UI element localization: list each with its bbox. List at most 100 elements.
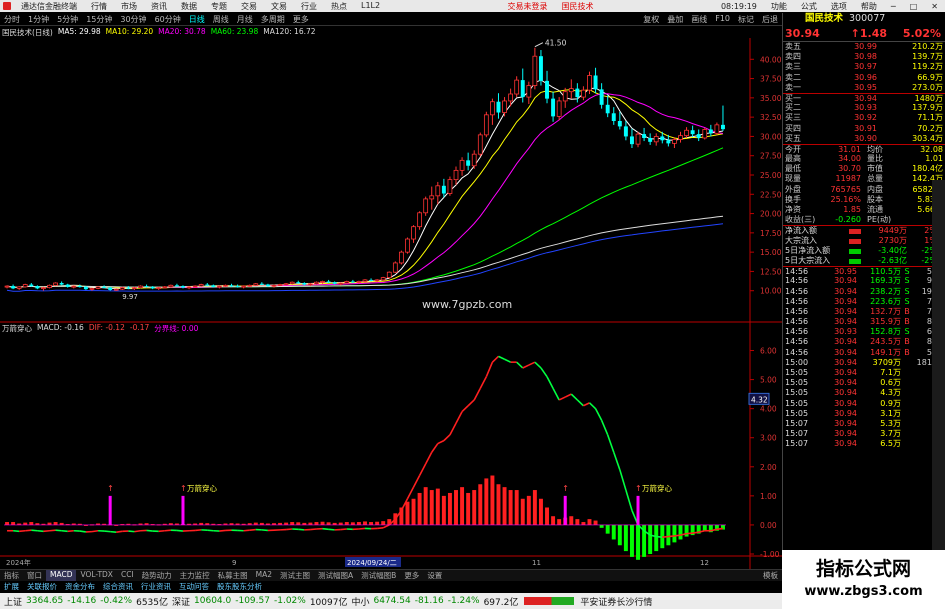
tick-flag: B (904, 337, 910, 347)
candle-body (102, 286, 107, 288)
buy-label: 买四 (785, 123, 801, 133)
tool-button-4[interactable]: 标记 (734, 14, 758, 25)
candle-body (684, 129, 689, 137)
macd-bar (369, 522, 374, 525)
menu-item-2[interactable]: 资讯 (144, 1, 174, 12)
period-button-9[interactable]: 多周期 (257, 14, 289, 25)
extension-tab-0[interactable]: 扩展 (0, 581, 23, 592)
macd-axis-label: 6.00 (760, 347, 777, 356)
menu-item-1[interactable]: 市场 (114, 1, 144, 12)
date-label-right2: 12 (700, 559, 709, 567)
tick-row-14: 15:0530.943.1万2 (783, 409, 945, 419)
kline-chart[interactable]: 40.00 37.50 35.00 32.50 30.00 27.50 25.00 22.50… (0, 38, 782, 569)
dif-line-segment (716, 527, 724, 531)
macd-bar (593, 520, 598, 525)
template-button[interactable]: 模板 (759, 570, 782, 581)
tool-button-3[interactable]: F10 (711, 14, 734, 25)
menu-item-4[interactable]: 专题 (204, 1, 234, 12)
indicator-tab-1[interactable]: 窗口 (23, 570, 46, 581)
tick-flag (901, 378, 913, 388)
indicator-tab-13[interactable]: 设置 (423, 570, 446, 581)
stat-label: PE(动) (867, 215, 892, 225)
period-button-2[interactable]: 5分钟 (53, 14, 82, 25)
period-button-1[interactable]: 1分钟 (24, 14, 53, 25)
extension-tab-5[interactable]: 互动问答 (175, 581, 213, 592)
period-button-5[interactable]: 60分钟 (151, 14, 185, 25)
extension-tab-1[interactable]: 关联报价 (23, 581, 61, 592)
tick-volume: 243.5万 (870, 337, 901, 347)
candle-body (41, 287, 46, 290)
period-button-7[interactable]: 周线 (209, 14, 233, 25)
menu-item-7[interactable]: 行业 (294, 1, 324, 12)
tool-button-2[interactable]: 画线 (687, 14, 711, 25)
period-button-3[interactable]: 15分钟 (82, 14, 116, 25)
tool-button-5[interactable]: 后退 (758, 14, 782, 25)
period-button-0[interactable]: 分时 (0, 14, 24, 25)
menu-item-6[interactable]: 文易 (264, 1, 294, 12)
close-icon[interactable]: ✕ (924, 2, 945, 11)
extension-tab-6[interactable]: 股东股东分析 (213, 581, 266, 592)
side-toolbar[interactable] (932, 180, 945, 550)
menu-item-3[interactable]: 数据 (174, 1, 204, 12)
dif-line-segment (564, 393, 572, 398)
indicator-tab-6[interactable]: 主力监控 (176, 570, 214, 581)
period-button-10[interactable]: 更多 (289, 14, 313, 25)
extension-tab-2[interactable]: 资金分布 (61, 581, 99, 592)
tick-flag: S (904, 267, 910, 277)
indicator-tab-3[interactable]: VOL-TDX (76, 570, 116, 581)
dif-line-segment (176, 529, 184, 532)
dif-line-segment (164, 529, 171, 532)
right-menu-item-3[interactable]: 帮助 (854, 1, 884, 12)
right-menu-item-0[interactable]: 功能 (764, 1, 794, 12)
maximize-icon[interactable]: □ (903, 2, 925, 11)
indicator-tab-12[interactable]: 更多 (400, 570, 423, 581)
period-button-4[interactable]: 30分钟 (116, 14, 150, 25)
minimize-icon[interactable]: ─ (884, 2, 903, 11)
indicator-tab-8[interactable]: MA2 (252, 570, 276, 581)
indicator-tab-4[interactable]: CCI (117, 570, 138, 581)
dif-line-segment (310, 528, 317, 531)
period-button-6[interactable]: 日线 (185, 14, 209, 25)
indicator-tab-2[interactable]: MACD (46, 570, 77, 581)
tool-button-1[interactable]: 叠加 (663, 14, 687, 25)
price-axis-label: 20.00 (760, 210, 782, 219)
extension-tab-3[interactable]: 综合资讯 (99, 581, 137, 592)
extension-tab-4[interactable]: 行业资讯 (137, 581, 175, 592)
tick-flag: B (904, 347, 910, 357)
period-button-8[interactable]: 月线 (233, 14, 257, 25)
broker-name[interactable]: 平安证券长沙行情 (578, 595, 654, 608)
sz-change: -109.57 (235, 596, 270, 606)
indicator-tab-0[interactable]: 指标 (0, 570, 23, 581)
watermark-text: www.7gpzb.com (422, 298, 512, 311)
right-menu-item-1[interactable]: 公式 (794, 1, 824, 12)
tick-time: 15:07 (785, 418, 809, 428)
candle-body (344, 281, 350, 284)
macd-bar (411, 498, 416, 525)
sell-price: 30.96 (854, 72, 877, 82)
indicator-tab-7[interactable]: 私募主图 (214, 570, 252, 581)
price-axis-label: 40.00 (760, 55, 782, 64)
sh-change: -14.16 (67, 596, 97, 606)
tick-price: 30.94 (834, 286, 857, 296)
signal-bar (636, 495, 640, 525)
candle-body (459, 159, 465, 171)
indicator-tab-11[interactable]: 测试幅图B (357, 570, 400, 581)
right-menu-item-2[interactable]: 选项 (824, 1, 854, 12)
menu-item-8[interactable]: 热点 (324, 1, 354, 12)
tick-row-3: 14:5630.94223.6万S74 (783, 297, 945, 307)
flow-value: 2730万 (878, 235, 907, 245)
tick-volume: 0.6万 (880, 378, 901, 388)
indicator-tab-5[interactable]: 趋势动力 (138, 570, 176, 581)
menu-item-0[interactable]: 行情 (84, 1, 114, 12)
indicator-tab-9[interactable]: 测试主图 (276, 570, 314, 581)
flow-value: -2.63亿 (878, 255, 907, 265)
sell-price: 30.95 (854, 82, 877, 92)
signal-arrow-icon: ↑ (107, 484, 114, 493)
indicator-tab-10[interactable]: 测试幅图A (314, 570, 357, 581)
tool-button-0[interactable]: 复权 (639, 14, 663, 25)
menu-item-9[interactable]: L1L2 (354, 1, 387, 12)
tick-row-17: 15:0730.946.5万2 (783, 439, 945, 449)
current-stock-link[interactable]: 国民技术 (555, 1, 601, 12)
login-status[interactable]: 交易未登录 (501, 1, 555, 12)
menu-item-5[interactable]: 交易 (234, 1, 264, 12)
